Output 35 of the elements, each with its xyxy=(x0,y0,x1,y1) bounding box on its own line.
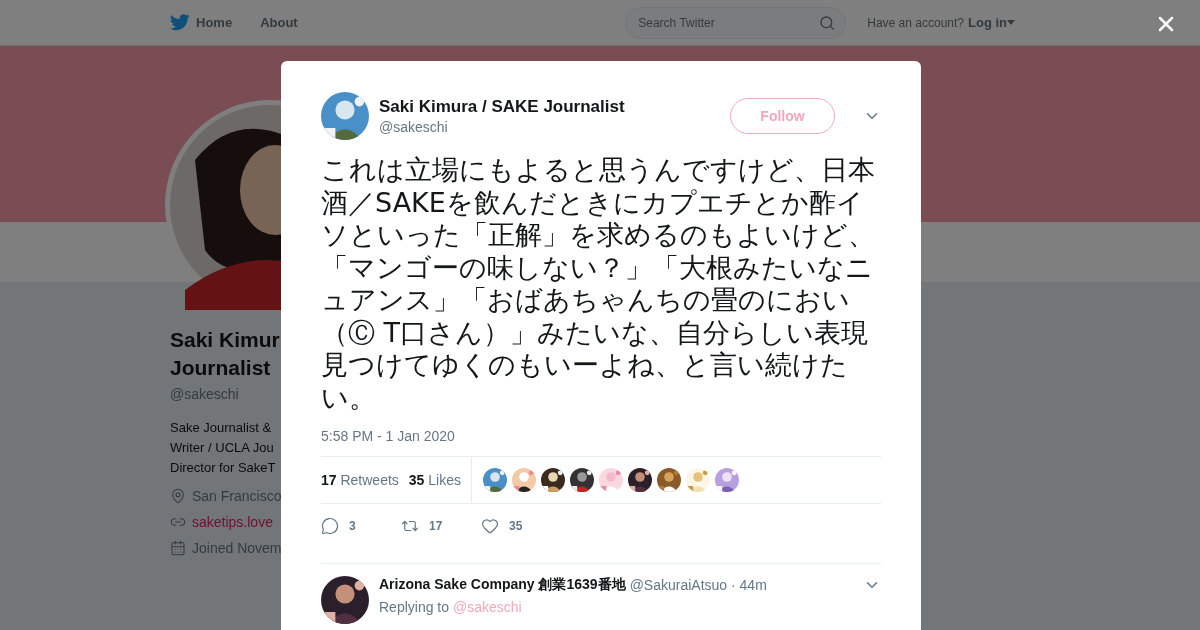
profile-link[interactable]: saketips.love xyxy=(192,514,273,530)
nav-link[interactable]: About xyxy=(260,15,298,30)
account-prompt: Have an account? xyxy=(867,15,964,30)
reply-icon[interactable] xyxy=(321,517,339,535)
follow-button[interactable]: Follow xyxy=(730,98,835,134)
mention-link[interactable]: @sakeschi xyxy=(452,599,522,615)
login-link[interactable]: Log in xyxy=(968,15,1015,30)
calendar-icon xyxy=(170,540,186,556)
search-field[interactable]: Search Twitter xyxy=(625,6,847,39)
action-count: 3 xyxy=(349,519,356,533)
author-name: Saki Kimura / SAKE Journalist xyxy=(379,97,626,117)
tweet-text: これは立場にもよると思うんですけど、日本酒／SAKEを飲んだときにカプエチとか酢イソといった「正解」を求めるのもよいけど、「マンゴーの味しない？」「大根みたいなニュアンス」「おばあちゃんちの畳のにおい（Ⓒ T口さん）」みたいな、自分らしい表現見つけてゆくのもいーよね、と言い続けたい。 xyxy=(321,154,876,414)
profile-bio: Sake Journalist & xyxy=(170,419,272,437)
reply-author: Arizona Sake Company 創業1639番地 xyxy=(379,576,626,594)
profile-name: Saki Kimur xyxy=(170,327,280,353)
author-handle: @sakeschi xyxy=(379,119,449,135)
tweet-time: 5:58 PM - 1 Jan 2020 xyxy=(321,428,456,444)
profile-detail: San Francisco xyxy=(192,488,282,504)
stat-count[interactable]: 35 Likes xyxy=(408,472,461,488)
profile-handle: @sakeschi xyxy=(170,386,239,402)
profile-name: Journalist xyxy=(170,355,271,381)
profile-bio: Writer / UCLA Jou xyxy=(170,439,274,457)
profile-bio: Director for SakeT xyxy=(170,459,276,477)
action-count: 35 xyxy=(509,519,523,533)
location-pin-icon xyxy=(170,488,186,504)
bird-icon xyxy=(170,14,190,31)
stat-count[interactable]: 17 Retweets xyxy=(321,472,399,488)
nav-link[interactable]: Home xyxy=(170,14,233,31)
reply-meta: @SakuraiAtsuo · 44m xyxy=(629,577,767,593)
caret-icon xyxy=(1007,20,1015,25)
action-count: 17 xyxy=(429,519,443,533)
heart-icon[interactable] xyxy=(481,517,499,535)
replying-to: Replying to @sakeschi xyxy=(379,599,523,615)
search-icon[interactable] xyxy=(819,14,836,31)
profile-detail: Joined Novem xyxy=(192,540,282,556)
